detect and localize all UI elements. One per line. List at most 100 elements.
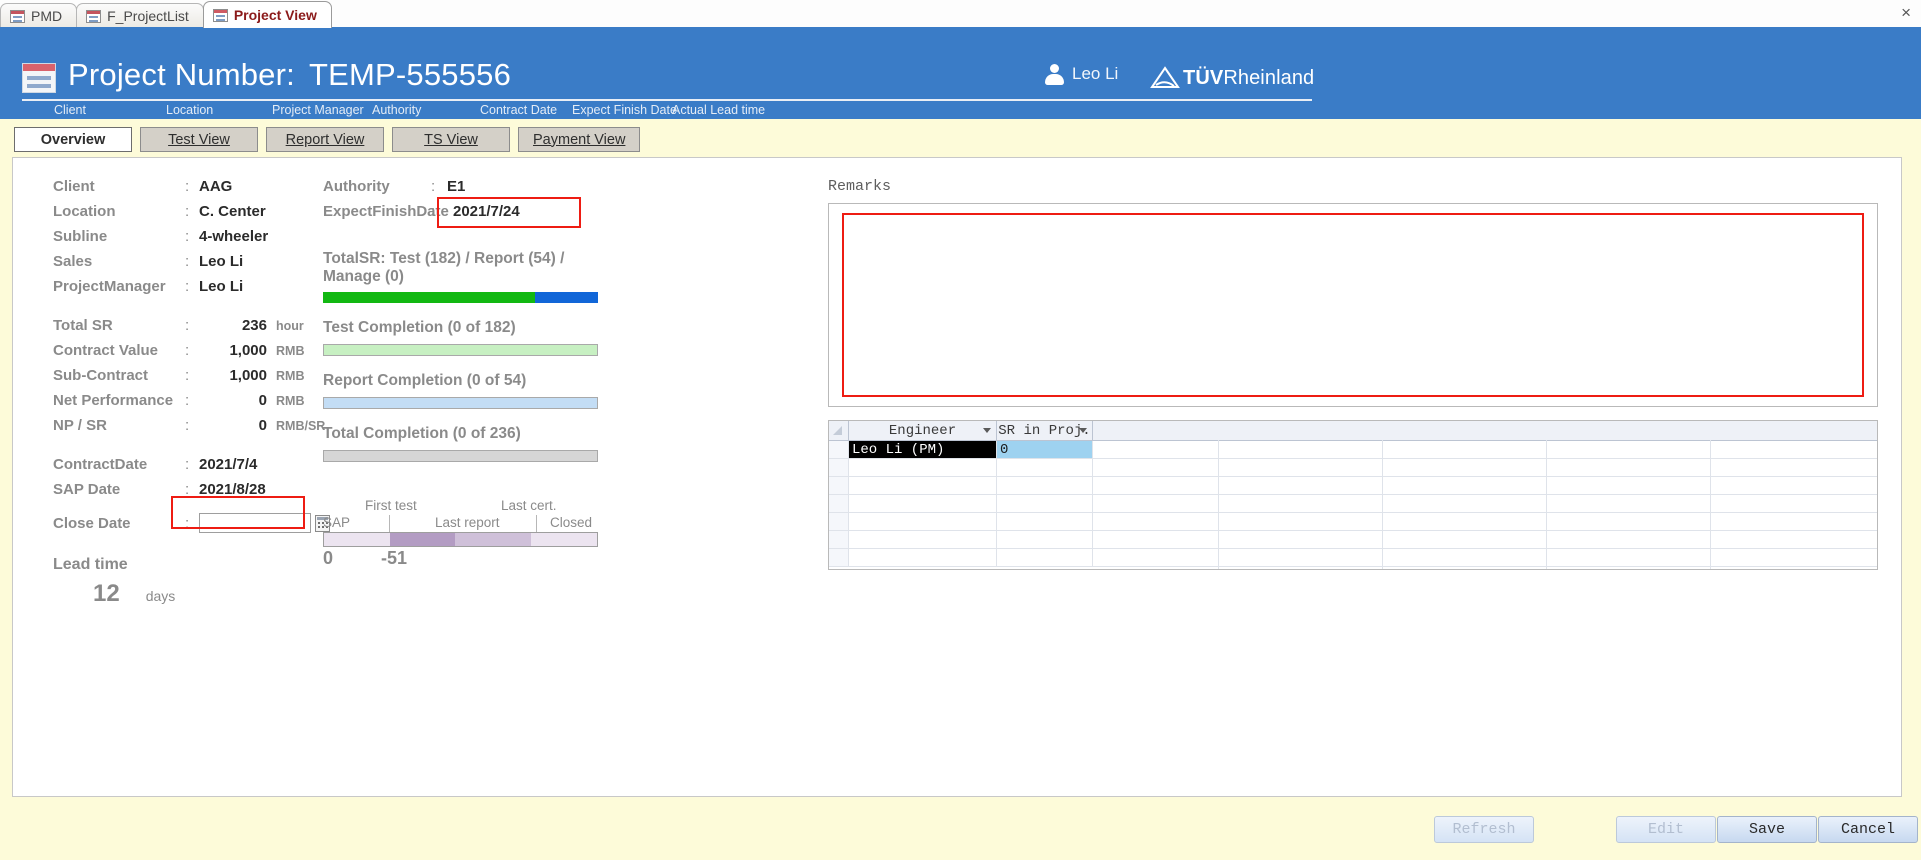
field-value: C. Center: [199, 203, 266, 220]
tab-payment-view[interactable]: Payment View: [518, 127, 641, 152]
meta-label: Contract Date: [480, 103, 558, 117]
document-tab-bar: PMD F_ProjectList Project View ×: [0, 0, 1921, 28]
expect-finish-date-value[interactable]: 2021/7/24: [447, 203, 520, 220]
colon: :: [185, 417, 190, 434]
meta-label: Location: [166, 103, 214, 117]
column-header-sr-in-proj[interactable]: SR in Proj.: [997, 421, 1093, 440]
field-value: 4-wheeler: [199, 228, 269, 245]
tab-label: TS View: [424, 131, 478, 148]
cell-sr-in-proj[interactable]: [997, 459, 1093, 476]
rheinland-text: Rheinland: [1223, 66, 1315, 89]
doc-tab-pmd[interactable]: PMD: [0, 3, 78, 28]
colon: :: [185, 456, 190, 473]
cell-filler: [1093, 549, 1877, 566]
field-label: Total SR: [53, 317, 113, 334]
tuv-text: TÜV: [1183, 66, 1224, 89]
cell-filler: [1093, 459, 1877, 476]
project-view-window: PMD F_ProjectList Project View × Project…: [0, 0, 1921, 860]
milestone-value-first-test: -51: [381, 548, 408, 568]
column-header-label: Engineer: [888, 422, 957, 439]
cell-engineer[interactable]: [849, 531, 997, 548]
field-value: 2021/7/4: [199, 456, 258, 473]
column-header-engineer[interactable]: Engineer: [849, 421, 997, 440]
total-sr-chart-title: TotalSR: Test (182) / Report (54) / Mana…: [323, 250, 565, 285]
cell-engineer[interactable]: [849, 549, 997, 566]
field-expect-finish-date: ExpectFinishDate : 2021/7/24: [323, 197, 623, 234]
field-label: SAP Date: [53, 481, 121, 498]
cell-sr-in-proj[interactable]: [997, 477, 1093, 494]
tab-label: Test View: [168, 131, 230, 148]
close-icon[interactable]: ×: [1901, 4, 1911, 21]
colon: :: [185, 367, 190, 384]
doc-tab-label: PMD: [31, 8, 63, 24]
save-button[interactable]: Save: [1717, 816, 1817, 843]
grid-column-divider: [1710, 440, 1711, 569]
table-row[interactable]: [829, 459, 1877, 477]
edit-button[interactable]: Edit: [1616, 816, 1716, 843]
field-value: 1,000: [229, 342, 267, 359]
cancel-button[interactable]: Cancel: [1818, 816, 1918, 843]
chevron-down-icon[interactable]: [1079, 428, 1087, 433]
tab-test-view[interactable]: Test View: [140, 127, 258, 152]
total-sr-report-segment: [534, 292, 598, 303]
field-label: Client: [53, 178, 95, 195]
milestone-tick-first-test: [389, 515, 390, 532]
field-label: ExpectFinishDate: [323, 203, 449, 220]
doc-tab-project-view[interactable]: Project View: [202, 1, 332, 28]
meta-label: Actual Lead time: [672, 103, 766, 117]
milestone-segment-sap: [324, 533, 390, 546]
tuv-rheinland-logo: TÜVRheinland: [1150, 65, 1314, 91]
tab-overview[interactable]: Overview: [14, 127, 132, 152]
row-selector[interactable]: [829, 549, 849, 566]
cell-engineer[interactable]: [849, 495, 997, 512]
tab-report-view[interactable]: Report View: [266, 127, 384, 152]
doc-tab-f-projectlist[interactable]: F_ProjectList: [76, 3, 204, 28]
column-header-label: SR in Proj.: [998, 422, 1091, 439]
footer-button-bar: Refresh Edit Save Cancel: [0, 816, 1921, 846]
colon: :: [185, 253, 190, 270]
milestone-tick-last-cert: [536, 515, 537, 532]
tuv-wordmark: TÜVRheinland: [1183, 67, 1314, 90]
field-value: E1: [447, 178, 466, 195]
cell-engineer[interactable]: [849, 459, 997, 476]
engineer-grid-header: Engineer SR in Proj.: [829, 421, 1877, 441]
cell-engineer[interactable]: [849, 513, 997, 530]
project-number-value: TEMP-555556: [308, 57, 512, 92]
remarks-textarea[interactable]: [851, 220, 1855, 390]
row-selector[interactable]: [829, 459, 849, 476]
table-row[interactable]: [829, 531, 1877, 549]
meta-label: Client: [54, 103, 86, 117]
cell-sr-in-proj[interactable]: [997, 531, 1093, 548]
table-row[interactable]: Leo Li (PM) 0: [829, 441, 1877, 459]
lead-time-value: 12: [93, 580, 120, 607]
current-user[interactable]: Leo Li: [1045, 64, 1118, 85]
column-header-filler: [1093, 421, 1877, 440]
meta-label: Project Manager: [272, 103, 364, 117]
test-completion-bar: [323, 344, 598, 356]
report-completion-bar: [323, 397, 598, 409]
grid-select-all-corner[interactable]: [829, 421, 849, 440]
cell-sr-in-proj[interactable]: 0: [997, 441, 1093, 458]
row-selector[interactable]: [829, 441, 849, 458]
row-selector[interactable]: [829, 477, 849, 494]
cell-sr-in-proj[interactable]: [997, 513, 1093, 530]
refresh-button[interactable]: Refresh: [1434, 816, 1534, 843]
milestone-segment-first-test: [389, 533, 456, 546]
cell-filler: [1093, 477, 1877, 494]
table-row[interactable]: [829, 513, 1877, 531]
table-row[interactable]: [829, 495, 1877, 513]
row-selector[interactable]: [829, 513, 849, 530]
cell-sr-in-proj[interactable]: [997, 495, 1093, 512]
doc-tab-label: F_ProjectList: [107, 8, 189, 24]
table-row[interactable]: [829, 477, 1877, 495]
row-selector[interactable]: [829, 495, 849, 512]
cell-engineer[interactable]: Leo Li (PM): [849, 441, 997, 458]
table-row[interactable]: [829, 549, 1877, 567]
chevron-down-icon[interactable]: [983, 428, 991, 433]
field-unit: RMB: [276, 394, 305, 408]
form-icon: [212, 8, 228, 22]
row-selector[interactable]: [829, 531, 849, 548]
tab-ts-view[interactable]: TS View: [392, 127, 510, 152]
cell-engineer[interactable]: [849, 477, 997, 494]
cell-sr-in-proj[interactable]: [997, 549, 1093, 566]
